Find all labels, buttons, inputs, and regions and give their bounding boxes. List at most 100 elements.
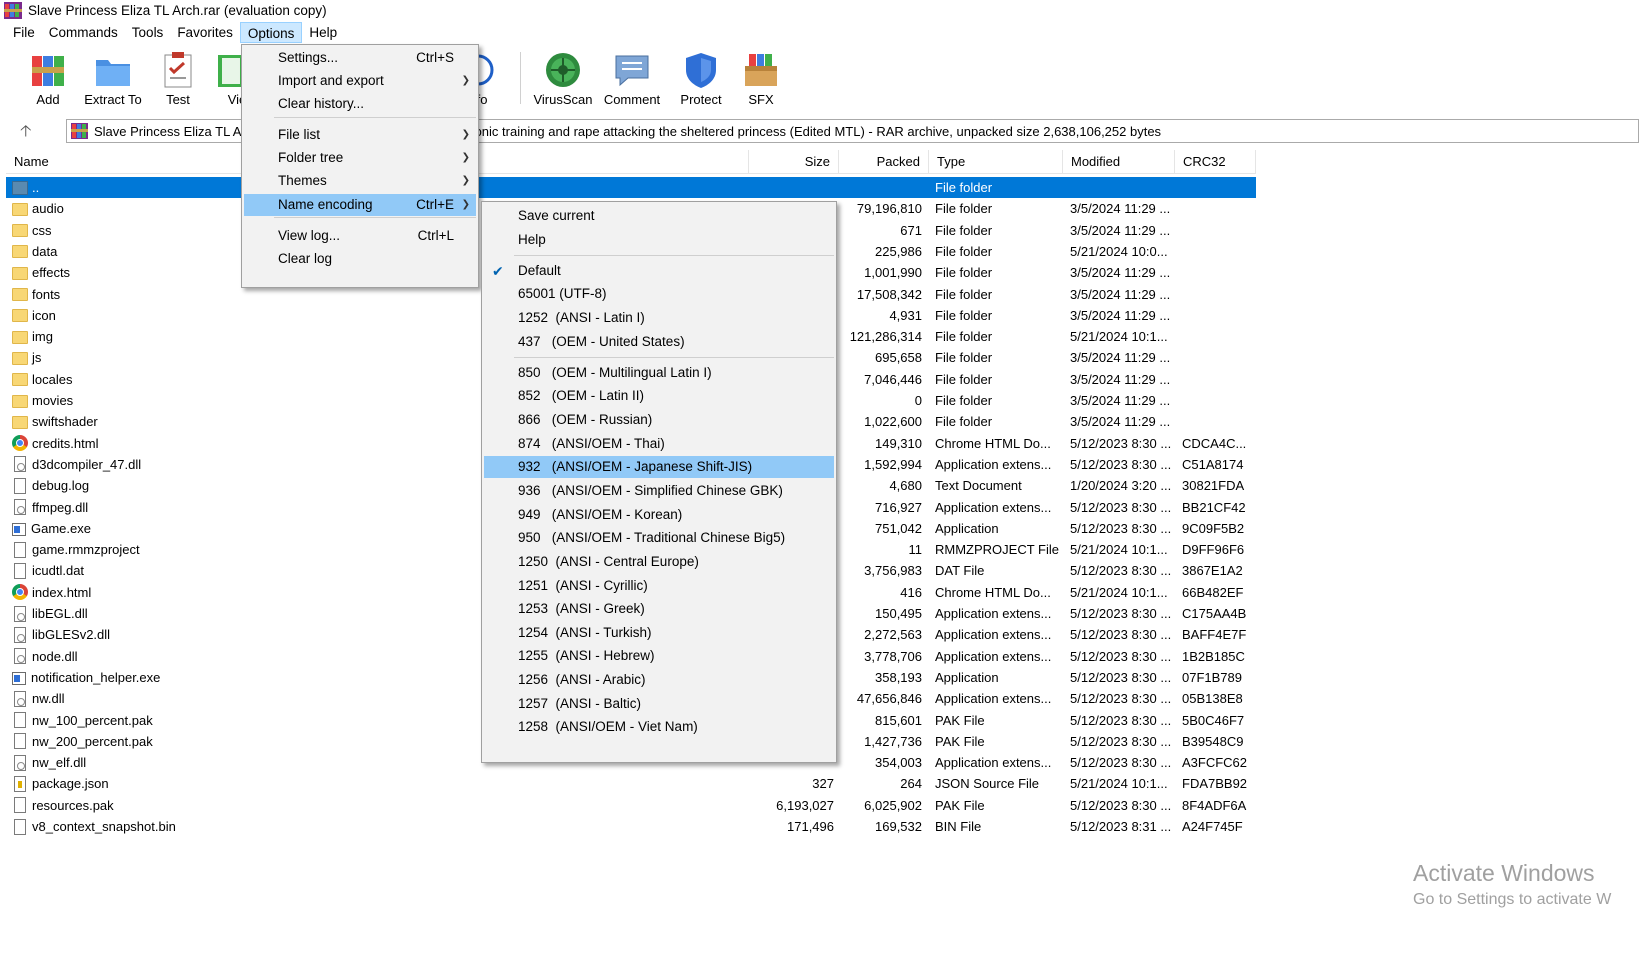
extract-to-button[interactable]: Extract To [82,50,144,107]
view-log-menu-item[interactable]: View log... Ctrl+L [244,225,476,247]
folder-icon [12,288,28,301]
protect-button[interactable]: Protect [676,50,726,107]
file-name-cell: v8_context_snapshot.bin [12,816,712,837]
menu-separator [514,255,834,256]
file-crc32: 9C09F5B2 [1182,520,1245,536]
file-type: Application extens... [935,606,1052,621]
virus-scan-icon [543,50,583,90]
file-type: PAK File [935,712,985,728]
file-name: credits.html [32,435,99,451]
encoding-option[interactable]: 1255 (ANSI - Hebrew) [484,645,834,667]
file-crc32: 05B138E8 [1182,691,1243,707]
encoding-option[interactable]: 1254 (ANSI - Turkish) [484,622,834,644]
menu-item-label: Clear history... [278,96,365,111]
encoding-option[interactable]: 932 (ANSI/OEM - Japanese Shift-JIS) [484,456,834,478]
menu-item-label: Clear log [278,251,333,266]
encoding-option[interactable]: 852 (OEM - Latin II) [484,385,834,407]
settings-menu-item[interactable]: Settings... Ctrl+S [244,47,476,69]
menu-options[interactable]: Options [239,21,303,43]
extract-to-label: Extract To [84,92,142,107]
name-encoding-menu-item[interactable]: Name encoding Ctrl+E ❯ [244,194,476,216]
file-packed: 150,495 [875,606,922,621]
folder-icon [12,351,28,365]
file-crc32: 8F4ADF6A [1182,797,1247,813]
encoding-option[interactable]: 1257 (ANSI - Baltic) [484,693,834,715]
menu-commands[interactable]: Commands [42,22,125,43]
encoding-option[interactable]: 936 (ANSI/OEM - Simplified Chinese GBK) [484,480,834,502]
file-packed: 716,927 [875,499,922,515]
menu-favorites[interactable]: Favorites [170,22,240,43]
test-button[interactable]: Test [156,50,200,107]
dll-file-icon [14,648,26,665]
application-icon [12,522,26,536]
menu-file[interactable]: File [6,22,42,43]
encoding-option[interactable]: ✔ Default [484,260,834,282]
file-packed: 3,778,706 [864,648,922,664]
encoding-option[interactable]: 950 (ANSI/OEM - Traditional Chinese Big5… [484,527,834,549]
encoding-option[interactable]: 1256 (ANSI - Arabic) [484,669,834,691]
encoding-option[interactable]: 1251 (ANSI - Cyrillic) [484,575,834,597]
file-modified: 5/12/2023 8:30 ... [1070,755,1172,771]
file-packed: 416 [900,584,922,600]
encoding-option[interactable]: 949 (ANSI/OEM - Korean) [484,504,834,526]
chrome-html-icon [12,435,28,452]
encoding-option[interactable]: 1250 (ANSI - Central Europe) [484,551,834,573]
parent-folder-row[interactable]: .. File folder [6,177,1256,198]
column-size[interactable]: Size [749,150,839,174]
encoding-label: 1252 (ANSI - Latin I) [518,310,645,325]
file-list-menu-item[interactable]: File list ❯ [244,124,476,146]
encoding-option[interactable]: 1252 (ANSI - Latin I) [484,307,834,329]
file-row[interactable]: resources.pak 6,193,027 6,025,902 PAK File 5… [6,795,1256,816]
file-crc32: 07F1B789 [1182,669,1242,685]
menu-help[interactable]: Help [302,22,344,43]
test-clipboard-icon [158,50,198,90]
encoding-option[interactable]: Save current [484,205,834,227]
file-packed: 4,931 [889,307,922,323]
virusscan-button[interactable]: VirusScan [532,50,594,107]
up-arrow-icon[interactable]: 🡡 [20,120,32,147]
encoding-label: 65001 (UTF-8) [518,286,607,301]
encoding-option[interactable]: 1253 (ANSI - Greek) [484,598,834,620]
import-export-menu-item[interactable]: Import and export ❯ [244,70,476,92]
encoding-option[interactable]: 437 (OEM - United States) [484,331,834,353]
file-modified: 3/5/2024 11:29 ... [1070,201,1171,217]
encoding-option[interactable]: 65001 (UTF-8) [484,283,834,305]
file-type: File folder [935,371,993,387]
file-packed: 6,025,902 [864,797,922,813]
dll-file-icon [14,499,26,515]
column-modified[interactable]: Modified [1063,150,1175,174]
file-name: v8_context_snapshot.bin [32,819,176,834]
encoding-option[interactable]: Help [484,229,834,251]
column-type[interactable]: Type [929,150,1063,174]
file-name: locales [32,371,73,387]
file-type: Application extens... [935,755,1052,771]
file-modified: 5/12/2023 8:30 ... [1070,456,1172,472]
encoding-option[interactable]: 1258 (ANSI/OEM - Viet Nam) [484,716,834,738]
toolbar-separator [520,52,521,104]
file-type: File folder [935,201,993,217]
add-button[interactable]: Add [26,50,70,107]
encoding-option[interactable]: 850 (OEM - Multilingual Latin I) [484,362,834,384]
encoding-option[interactable]: 874 (ANSI/OEM - Thai) [484,433,834,455]
menu-tools[interactable]: Tools [125,22,171,43]
file-packed: 225,986 [875,243,922,259]
file-name-cell: package.json [12,773,712,794]
clear-history-menu-item[interactable]: Clear history... [244,93,476,115]
sfx-button[interactable]: SFX [738,50,784,107]
file-modified: 5/21/2024 10:1... [1070,776,1168,792]
file-row[interactable]: v8_context_snapshot.bin 171,496 169,532 BIN… [6,816,1256,837]
file-type: File folder [935,329,993,345]
add-icon [28,50,68,90]
column-crc32[interactable]: CRC32 [1175,150,1256,174]
themes-menu-item[interactable]: Themes ❯ [244,170,476,192]
comment-button[interactable]: Comment [600,50,664,107]
file-type: Application extens... [935,456,1052,472]
folder-tree-menu-item[interactable]: Folder tree ❯ [244,147,476,169]
file-modified: 5/21/2024 10:1... [1070,584,1168,600]
menu-item-shortcut: Ctrl+E [416,197,454,212]
encoding-option[interactable]: 866 (OEM - Russian) [484,409,834,431]
file-name: nw_elf.dll [32,755,87,771]
clear-log-menu-item[interactable]: Clear log [244,248,476,270]
file-row[interactable]: package.json 327 264 JSON Source File 5/21/2… [6,773,1256,794]
column-packed[interactable]: Packed [839,150,929,174]
